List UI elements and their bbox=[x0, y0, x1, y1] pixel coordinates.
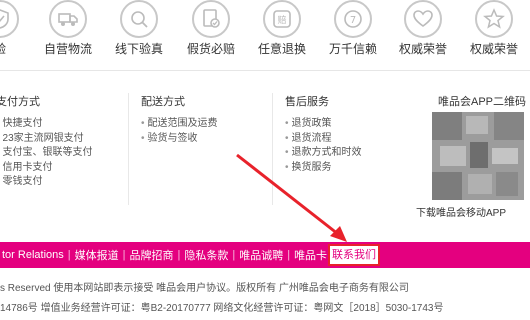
verify-icon bbox=[120, 0, 158, 38]
footer-link-bar: tor Relations | 媒体报道 | 品牌招商 | 隐私条款 | 唯品诚聘 | 唯… bbox=[0, 242, 530, 268]
footer-link-media[interactable]: 媒体报道 bbox=[71, 247, 123, 263]
service-label: 假货必赔 bbox=[186, 42, 235, 56]
qr-title: 唯品会APP二维码 bbox=[438, 96, 527, 108]
column-divider bbox=[272, 93, 273, 205]
qr-code-image bbox=[432, 112, 524, 200]
aftersale-link[interactable]: 退货流程 bbox=[285, 132, 362, 147]
payment-link[interactable]: 23家主流网银支付 bbox=[0, 132, 93, 147]
service-item-offline-verify[interactable]: 线下验真 bbox=[104, 0, 174, 62]
svg-text:赔: 赔 bbox=[277, 14, 286, 26]
column-divider bbox=[128, 93, 129, 205]
service-item-honor[interactable]: 权威荣誉 bbox=[388, 0, 458, 62]
service-label: 任意退换 bbox=[257, 42, 306, 56]
service-item-trust[interactable]: 7 万千信赖 bbox=[318, 0, 388, 62]
service-label: 线下验真 bbox=[114, 42, 163, 56]
service-item-logistics[interactable]: 自营物流 bbox=[33, 0, 103, 62]
service-guarantee-row: 验 自营物流 线下验真 假货必赔 赔 任意退换 7 万千信赖 权威荣 bbox=[0, 0, 530, 62]
footer-link-brand-join[interactable]: 品牌招商 bbox=[125, 247, 177, 263]
footer-link-investor[interactable]: tor Relations bbox=[0, 249, 68, 261]
service-label: 自营物流 bbox=[43, 42, 92, 56]
payment-link[interactable]: 支付宝、银联等支付 bbox=[0, 146, 93, 161]
service-label: 万千信赖 bbox=[328, 42, 377, 56]
payment-column: 支付方式 快捷支付 23家主流网银支付 支付宝、银联等支付 信用卡支付 零钱支付 bbox=[0, 93, 93, 190]
aftersale-link[interactable]: 换货服务 bbox=[285, 161, 362, 176]
column-title: 售后服务 bbox=[285, 96, 329, 108]
payment-link[interactable]: 零钱支付 bbox=[0, 175, 93, 190]
delivery-link[interactable]: 验货与签收 bbox=[141, 132, 218, 147]
footer-link-privacy[interactable]: 隐私条款 bbox=[180, 247, 232, 263]
service-item-authority[interactable]: 权威荣誉 bbox=[459, 0, 529, 62]
svg-text:7: 7 bbox=[350, 15, 356, 26]
heart-icon bbox=[404, 0, 442, 38]
column-title: 配送方式 bbox=[141, 96, 185, 108]
section-divider bbox=[0, 70, 530, 71]
payment-link[interactable]: 快捷支付 bbox=[0, 117, 93, 132]
aftersale-link[interactable]: 退货政策 bbox=[285, 117, 362, 132]
aftersale-column: 售后服务 退货政策 退货流程 退款方式和时效 换货服务 bbox=[285, 93, 362, 175]
aftersale-link[interactable]: 退款方式和时效 bbox=[285, 146, 362, 161]
service-label: 权威荣誉 bbox=[398, 42, 447, 56]
payment-link[interactable]: 信用卡支付 bbox=[0, 161, 93, 176]
copyright-text: s Reserved 使用本网站即表示接受 唯品会用户协议。版权所有 广州唯品会… bbox=[0, 283, 409, 294]
delivery-column: 配送方式 配送范围及运费 验货与签收 bbox=[141, 93, 218, 146]
column-title: 支付方式 bbox=[0, 96, 40, 108]
shield-check-icon bbox=[0, 0, 19, 38]
license-text: 14786号 增值业务经营许可证：粤B2-20170777 网络文化经营许可证：… bbox=[0, 303, 444, 314]
delivery-link[interactable]: 配送范围及运费 bbox=[141, 117, 218, 132]
contact-us-link[interactable]: 联系我们 bbox=[328, 244, 380, 266]
seven-day-return-icon: 7 bbox=[334, 0, 372, 38]
service-label: 验 bbox=[0, 40, 35, 57]
truck-icon bbox=[49, 0, 87, 38]
service-item-return[interactable]: 赔 任意退换 bbox=[247, 0, 317, 62]
qr-caption: 下载唯品会移动APP bbox=[416, 208, 507, 219]
service-item-verify[interactable]: 验 bbox=[0, 0, 35, 62]
service-item-counterfeit-compensation[interactable]: 假货必赔 bbox=[176, 0, 246, 62]
star-icon bbox=[475, 0, 513, 38]
footer-link-vipcard[interactable]: 唯品卡 bbox=[290, 247, 331, 263]
service-label: 权威荣誉 bbox=[469, 42, 518, 56]
document-check-icon bbox=[192, 0, 230, 38]
contact-us-label: 联系我们 bbox=[332, 249, 376, 261]
footer-link-careers[interactable]: 唯品诚聘 bbox=[235, 247, 287, 263]
compensation-icon: 赔 bbox=[263, 0, 301, 38]
